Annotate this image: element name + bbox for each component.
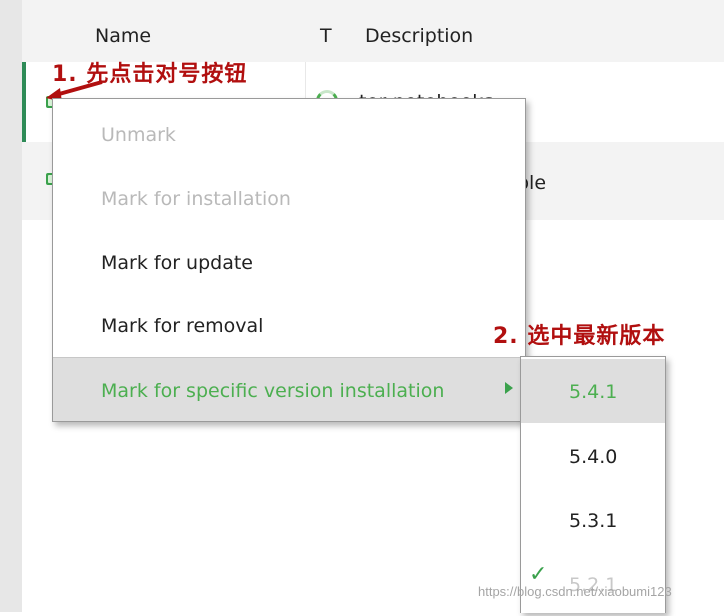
selection-indicator <box>22 62 26 142</box>
column-header-name[interactable]: Name <box>95 25 151 47</box>
menu-item-label: Mark for installation <box>101 188 291 210</box>
column-header-t[interactable]: T <box>320 25 332 47</box>
left-panel-edge <box>0 0 22 612</box>
menu-item-label: Mark for removal <box>101 315 264 337</box>
version-label: 5.4.1 <box>569 381 618 403</box>
table-header: Name T Description <box>22 0 724 62</box>
version-item-5-3-1[interactable]: 5.3.1 <box>521 488 665 552</box>
menu-item-label: Mark for specific version installation <box>101 380 445 402</box>
menu-item-mark-for-removal[interactable]: Mark for removal <box>53 294 525 356</box>
version-label: 5.4.0 <box>569 446 618 468</box>
version-submenu: 5.4.1 5.4.0 5.3.1 ✓ 5.2.1 <box>520 356 666 613</box>
menu-item-mark-for-specific-version[interactable]: Mark for specific version installation <box>53 357 525 421</box>
menu-item-label: Unmark <box>101 124 176 146</box>
version-item-5-4-1[interactable]: 5.4.1 <box>521 359 665 423</box>
menu-item-mark-for-update[interactable]: Mark for update <box>53 231 525 293</box>
version-item-5-4-0[interactable]: 5.4.0 <box>521 424 665 488</box>
submenu-arrow-icon <box>505 382 513 394</box>
version-label: 5.3.1 <box>569 510 618 532</box>
watermark: https://blog.csdn.net/xiaobumi123 <box>478 584 672 599</box>
annotation-step-2: 2. 选中最新版本 <box>493 324 666 349</box>
menu-item-label: Mark for update <box>101 252 253 274</box>
menu-item-unmark[interactable]: Unmark <box>53 103 525 165</box>
column-header-description[interactable]: Description <box>365 25 473 47</box>
context-menu: Unmark Mark for installation Mark for up… <box>52 98 526 422</box>
menu-item-mark-for-installation[interactable]: Mark for installation <box>53 167 525 229</box>
